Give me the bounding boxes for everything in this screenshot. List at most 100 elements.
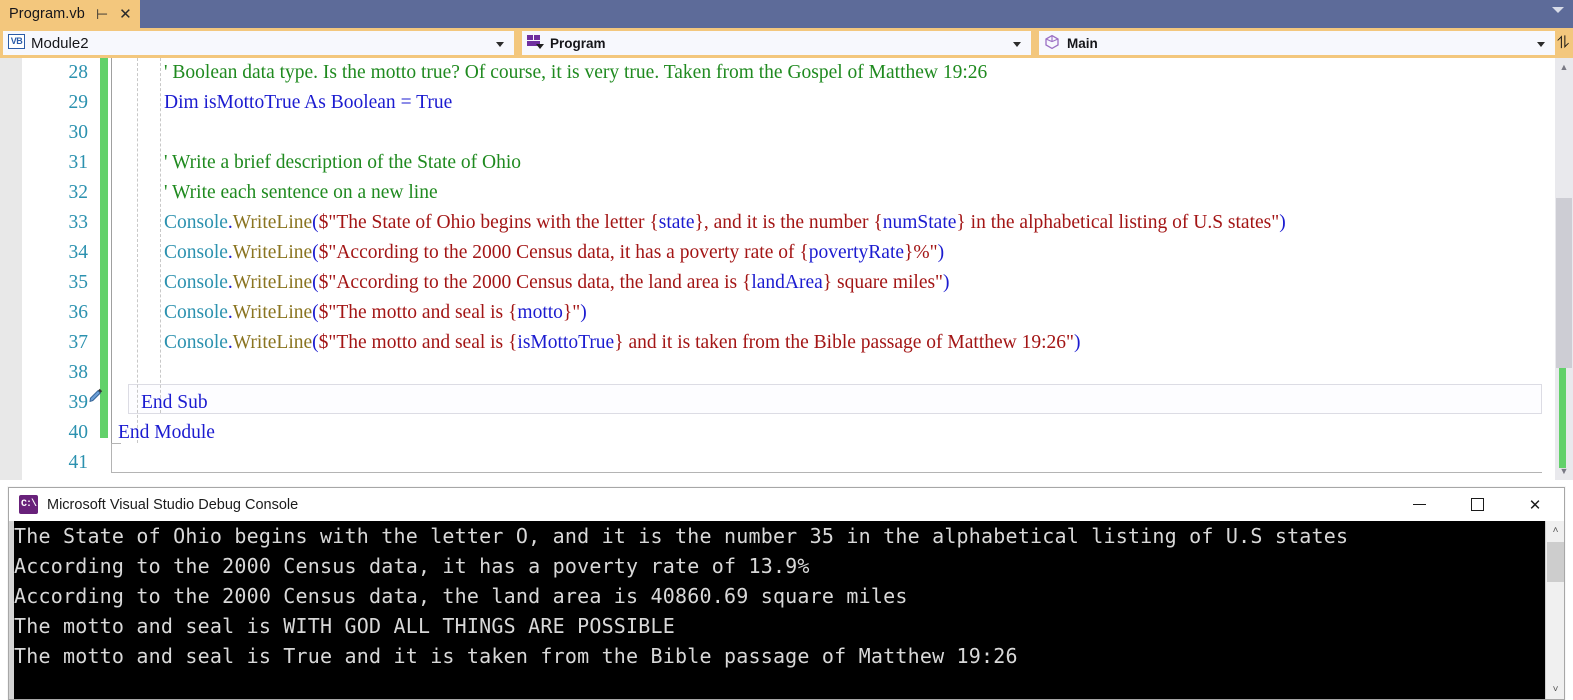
code-token: square miles" (832, 272, 944, 293)
code-line[interactable]: ' Write each sentence on a new line (0, 178, 1555, 208)
type-dropdown-value: Program (550, 35, 606, 51)
code-token: $"According to the 2000 Census data, the… (318, 272, 742, 293)
code-line-text: Console.WriteLine($"The motto and seal i… (164, 328, 1081, 358)
code-token: } (956, 212, 966, 233)
code-editor[interactable]: 28 ' Boolean data type. Is the motto true… (0, 58, 1573, 480)
code-token: ) (1074, 332, 1081, 353)
code-token: $"The motto and seal is (318, 332, 509, 353)
chevron-down-icon[interactable] (496, 42, 504, 47)
code-token: landArea (751, 272, 823, 293)
code-token: Dim (164, 92, 199, 113)
code-line[interactable] (0, 358, 1555, 388)
code-line-text: Console.WriteLine($"According to the 200… (164, 238, 944, 268)
console-output-line: According to the 2000 Census data, the l… (14, 584, 908, 608)
minimize-icon[interactable] (1390, 488, 1448, 521)
chevron-down-icon[interactable] (1552, 7, 1564, 13)
console-output-line: The motto and seal is WITH GOD ALL THING… (14, 614, 676, 638)
code-line[interactable]: End Module (0, 418, 1555, 448)
maximize-icon[interactable] (1448, 488, 1506, 521)
project-type-dropdown-value: Module2 (31, 34, 89, 52)
pin-icon[interactable]: ⊣ (96, 6, 108, 22)
code-line[interactable] (0, 448, 1555, 478)
code-token: } (614, 332, 624, 353)
member-dropdown[interactable]: Main (1038, 30, 1556, 56)
code-token: WriteLine (232, 212, 313, 233)
document-tab-strip: Program.vb ⊣ ✕ (0, 0, 1573, 28)
code-token: { (799, 242, 809, 263)
document-tab-label: Program.vb (9, 6, 85, 22)
chevron-down-icon[interactable] (1537, 42, 1545, 47)
console-title-label: Microsoft Visual Studio Debug Console (47, 496, 299, 513)
code-line[interactable]: Dim isMottoTrue As Boolean = True (0, 88, 1555, 118)
code-line[interactable]: Console.WriteLine($"According to the 200… (0, 238, 1555, 268)
project-type-dropdown[interactable]: VB Module2 (2, 30, 515, 56)
code-line[interactable]: Console.WriteLine($"The State of Ohio be… (0, 208, 1555, 238)
code-token: { (741, 272, 752, 293)
code-token: $"The motto and seal is (318, 302, 509, 323)
code-token: $"The State of Ohio begins with the lett… (318, 212, 650, 233)
code-token: Console (164, 212, 228, 233)
member-dropdown-value: Main (1067, 35, 1098, 51)
code-line-text: Dim isMottoTrue As Boolean = True (164, 88, 452, 118)
console-scroll-up-icon[interactable]: ˄ (1546, 521, 1564, 540)
vb-file-icon: VB (8, 34, 26, 52)
code-token: } (694, 212, 704, 233)
code-token: End Module (118, 422, 215, 443)
code-line[interactable]: Console.WriteLine($"The motto and seal i… (0, 328, 1555, 358)
code-token: ) (580, 302, 587, 323)
code-token: WriteLine (232, 302, 313, 323)
code-line[interactable] (0, 118, 1555, 148)
split-window-icon[interactable]: ⥮ (1555, 32, 1571, 54)
module-icon (527, 34, 545, 52)
code-token: in the alphabetical listing of U.S state… (965, 212, 1280, 233)
code-line-text: ' Write a brief description of the State… (164, 148, 521, 178)
document-tab-program-vb[interactable]: Program.vb ⊣ ✕ (0, 0, 140, 28)
console-output-line: The motto and seal is True and it is tak… (14, 644, 1018, 668)
code-line-text: Console.WriteLine($"The State of Ohio be… (164, 208, 1286, 238)
code-token: True (416, 92, 453, 113)
code-line[interactable]: Console.WriteLine($"The motto and seal i… (0, 298, 1555, 328)
close-icon[interactable]: ✕ (119, 7, 132, 22)
console-scroll-down-icon[interactable]: ˅ (1546, 680, 1564, 699)
debug-console-window[interactable]: C:\ Microsoft Visual Studio Debug Consol… (8, 487, 1565, 700)
code-token: } (562, 302, 573, 323)
console-output-area[interactable]: The State of Ohio begins with the letter… (9, 521, 1564, 699)
code-token: $"According to the 2000 Census data, it … (318, 242, 800, 263)
code-token: motto (517, 302, 563, 323)
code-token: and it is taken from the Bible passage o… (623, 332, 1074, 353)
console-scrollbar-thumb[interactable] (1547, 542, 1564, 582)
code-token: WriteLine (232, 332, 313, 353)
code-token: Console (164, 332, 228, 353)
code-token: Boolean (330, 92, 396, 113)
code-line[interactable]: ' Write a brief description of the State… (0, 148, 1555, 178)
code-line-text: End Module (118, 418, 215, 448)
code-line[interactable]: End Sub (0, 388, 1555, 418)
editor-vertical-scrollbar[interactable]: ▲ ▼ (1555, 58, 1573, 480)
code-token: WriteLine (232, 242, 313, 263)
visual-studio-window: Program.vb ⊣ ✕ VB Module2 Program Main ⥮… (0, 0, 1573, 700)
navigation-bar: VB Module2 Program Main ⥮ (0, 28, 1573, 58)
code-line-text: Console.WriteLine($"The motto and seal i… (164, 298, 587, 328)
console-output-lines: The State of Ohio begins with the letter… (14, 521, 1494, 671)
code-token: } (822, 272, 833, 293)
code-token: isMottoTrue (517, 332, 615, 353)
code-token: As (304, 92, 326, 113)
scroll-down-icon[interactable]: ▼ (1555, 462, 1573, 480)
chevron-down-icon[interactable] (1013, 42, 1021, 47)
console-title-bar[interactable]: C:\ Microsoft Visual Studio Debug Consol… (9, 488, 1564, 521)
code-line[interactable]: ' Boolean data type. Is the motto true? … (0, 58, 1555, 88)
code-lines-container[interactable]: 28 ' Boolean data type. Is the motto true… (0, 58, 1555, 480)
type-dropdown[interactable]: Program (521, 30, 1032, 56)
close-icon[interactable]: ✕ (1506, 488, 1564, 521)
code-line-text: ' Write each sentence on a new line (164, 178, 438, 208)
code-line[interactable]: Console.WriteLine($"According to the 200… (0, 268, 1555, 298)
scrollbar-thumb[interactable] (1556, 198, 1572, 368)
code-token: %" (913, 242, 938, 263)
code-token: { (873, 212, 883, 233)
scroll-up-icon[interactable]: ▲ (1555, 58, 1573, 76)
console-vertical-scrollbar[interactable]: ˄ ˅ (1545, 521, 1564, 699)
code-token: { (508, 332, 518, 353)
code-token: ) (1279, 212, 1286, 233)
code-token: = (395, 92, 417, 113)
code-token: WriteLine (232, 272, 313, 293)
